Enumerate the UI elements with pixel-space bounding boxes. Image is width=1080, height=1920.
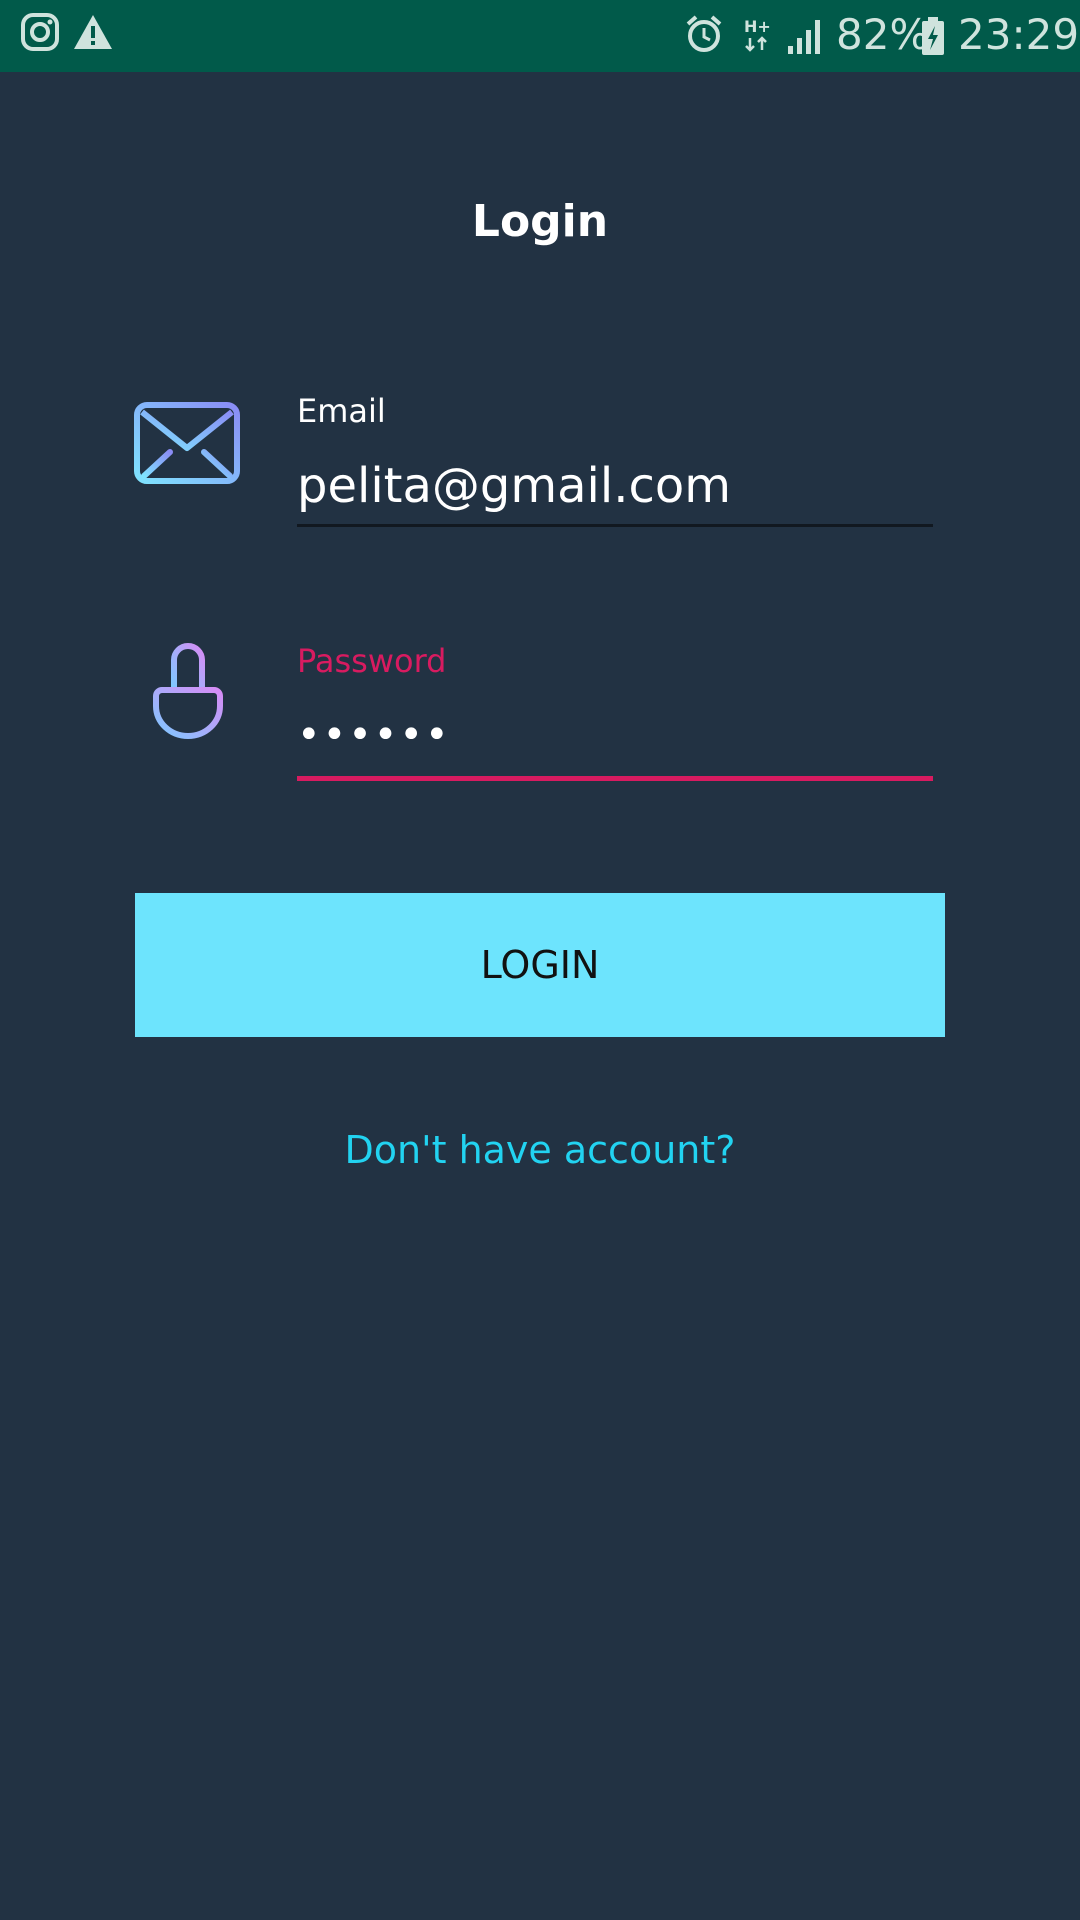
battery-percent: 82% (836, 10, 930, 59)
network-type-text: H+ (744, 17, 771, 36)
password-field[interactable]: •••••• (297, 712, 451, 758)
battery-charging-icon (920, 16, 946, 60)
login-button[interactable]: LOGIN (135, 893, 945, 1037)
instagram-icon (20, 12, 60, 56)
signal-icon (786, 14, 826, 60)
email-field[interactable]: pelita@gmail.com (297, 458, 731, 514)
lock-icon (150, 640, 226, 752)
warning-icon (72, 12, 114, 56)
alarm-icon (684, 14, 724, 58)
signup-link[interactable]: Don't have account? (0, 1128, 1080, 1172)
envelope-icon (134, 402, 240, 488)
page-title: Login (471, 196, 609, 247)
status-bar: H+ 82% 23:29 (0, 0, 1080, 72)
clock-time: 23:29 (958, 10, 1080, 59)
network-type-icon: H+ (742, 16, 772, 60)
email-underline (297, 524, 933, 527)
password-label: Password (297, 642, 447, 680)
password-underline (297, 776, 933, 781)
email-label: Email (297, 392, 386, 430)
